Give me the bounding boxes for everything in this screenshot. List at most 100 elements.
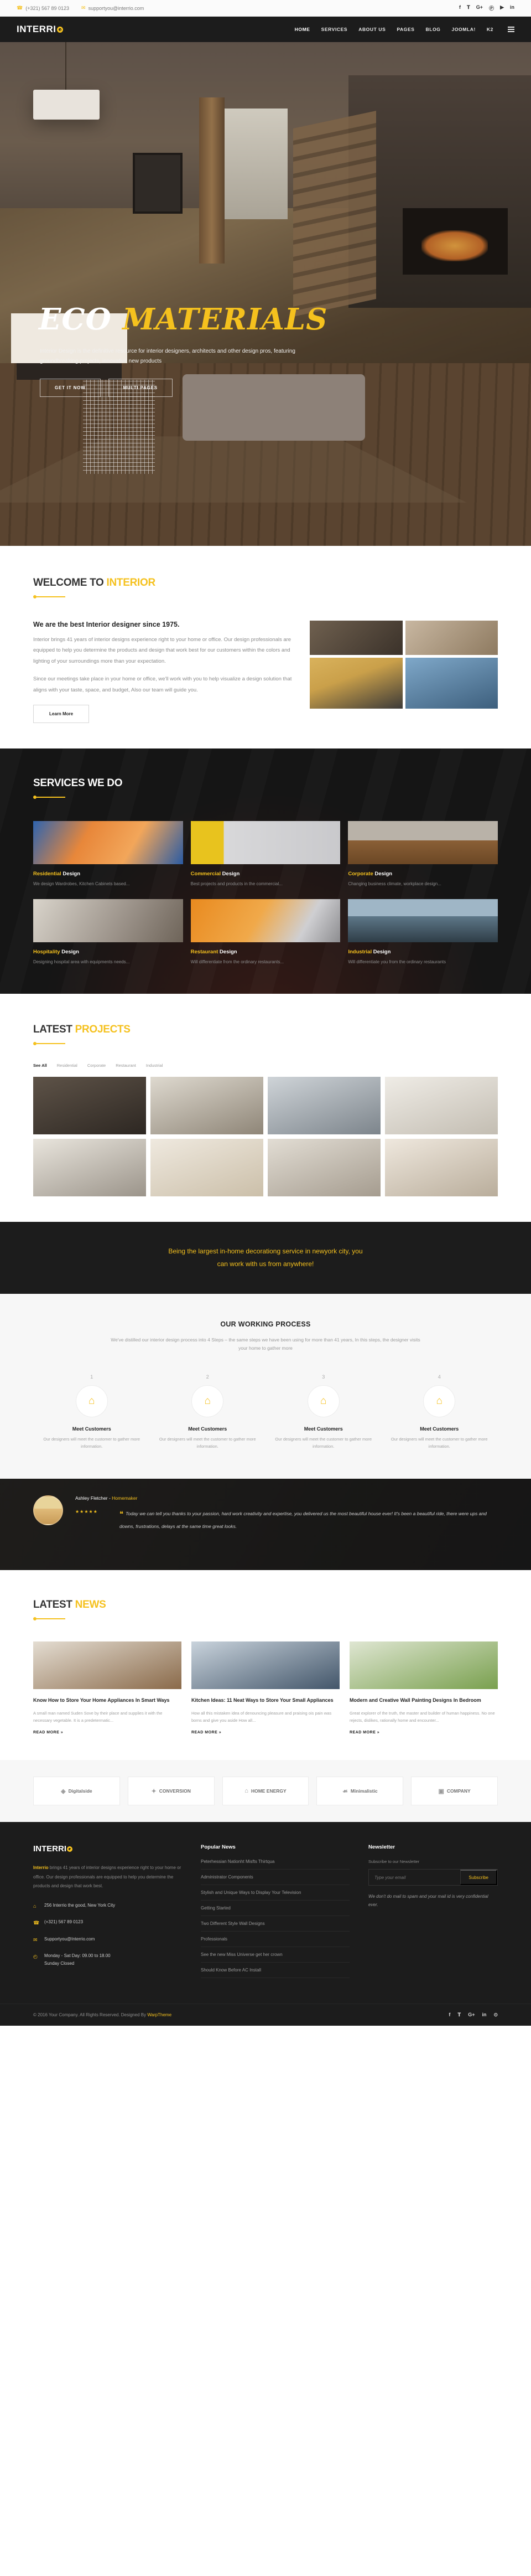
project-thumb[interactable] bbox=[150, 1076, 263, 1134]
nav-item-services[interactable]: SERVICES bbox=[321, 27, 348, 32]
brand-logo-home-energy[interactable]: ⌂ HOME ENERGY bbox=[222, 1777, 309, 1806]
service-thumb-hospitality bbox=[33, 899, 183, 943]
filter-restaurant[interactable]: Restaurant bbox=[116, 1063, 136, 1068]
topbar-email[interactable]: ✉ supportyou@interrio.com bbox=[81, 5, 144, 11]
phone-icon: ☎ bbox=[33, 1920, 40, 1926]
testimonial-section: Ashley Fletcher - Homemaker ★★★★★ ❝ Today… bbox=[0, 1479, 531, 1571]
cta-text: Being the largest in-home decorationg se… bbox=[17, 1245, 514, 1271]
hamburger-menu-icon[interactable] bbox=[508, 27, 514, 32]
news-card-1[interactable]: Know How to Store Your Home Appliances I… bbox=[33, 1641, 181, 1734]
news-card-3[interactable]: Modern and Creative Wall Painting Design… bbox=[350, 1641, 498, 1734]
linkedin-icon[interactable]: in bbox=[482, 2012, 486, 2018]
news-desc: Great explorer of the truth, the master … bbox=[350, 1710, 495, 1723]
topbar-phone[interactable]: ☎ (+321) 567 89 0123 bbox=[17, 5, 69, 11]
footer-popular-item[interactable]: Two Different Style Wall Designs bbox=[201, 1916, 350, 1932]
service-title-restaurant: Restaurant Design bbox=[191, 949, 341, 955]
project-thumb[interactable] bbox=[150, 1138, 263, 1196]
linkedin-icon[interactable]: in bbox=[510, 4, 514, 12]
nav-item-home[interactable]: HOME bbox=[295, 27, 310, 32]
footer-contact-phone[interactable]: ☎ (+321) 567 89 0123 bbox=[33, 1918, 182, 1927]
brand-logo-minimalistic[interactable]: ☙ Minimalistic bbox=[316, 1777, 404, 1806]
footer-contact-email[interactable]: ✉ Supportyou@Interrio.com bbox=[33, 1935, 182, 1944]
footer-popular-item[interactable]: Getting Started bbox=[201, 1901, 350, 1917]
read-more-link[interactable]: READ MORE » bbox=[350, 1731, 498, 1734]
service-card-restaurant[interactable]: Restaurant Design Will differentiate fro… bbox=[190, 899, 341, 966]
copyright-brand[interactable]: WarpTheme bbox=[147, 2012, 171, 2017]
footer-contact-hours: ◴ Monday - Sat Day: 09.00 to 18.00 Sunda… bbox=[33, 1952, 182, 1968]
project-thumb[interactable] bbox=[268, 1076, 381, 1134]
brand-logo-company[interactable]: ▣ COMPANY bbox=[411, 1777, 498, 1806]
read-more-link[interactable]: READ MORE » bbox=[33, 1731, 181, 1734]
footer-popular-item[interactable]: Professionals bbox=[201, 1932, 350, 1948]
newsletter-form: Subscribe bbox=[368, 1869, 498, 1886]
footer-popular-column: Popular News Peterhessian Nationht Misft… bbox=[201, 1844, 350, 1979]
filter-industrial[interactable]: Industrial bbox=[146, 1063, 163, 1068]
testimonial-author-role: Homemaker bbox=[112, 1495, 138, 1501]
service-card-hospitality[interactable]: Hospitality Design Designing hospital ar… bbox=[33, 899, 183, 966]
newsletter-email-input[interactable] bbox=[369, 1870, 461, 1886]
project-thumb[interactable] bbox=[385, 1076, 498, 1134]
service-title-rest: Design bbox=[61, 871, 80, 877]
news-card-2[interactable]: Kitchen Ideas: 11 Neat Ways to Store You… bbox=[191, 1641, 340, 1734]
subscribe-button[interactable]: Subscribe bbox=[460, 1870, 497, 1886]
filter-corporate[interactable]: Corporate bbox=[87, 1063, 106, 1068]
service-title-corporate: Corporate Design bbox=[348, 871, 498, 877]
logo-dot-icon bbox=[67, 1846, 72, 1852]
news-thumb bbox=[350, 1641, 498, 1690]
process-step-title: Meet Customers bbox=[420, 1426, 459, 1432]
service-card-residential[interactable]: Residential Design We design Wardrobes, … bbox=[33, 821, 183, 888]
project-thumb[interactable] bbox=[268, 1138, 381, 1196]
pinterest-icon[interactable]: Ⓟ bbox=[489, 4, 494, 12]
footer-email-text: Supportyou@Interrio.com bbox=[44, 1936, 95, 1942]
service-card-commercial[interactable]: Commercial Design Best projects and prod… bbox=[190, 821, 341, 888]
project-thumb[interactable] bbox=[33, 1138, 146, 1196]
process-steps: 1 ⌂ Meet Customers Our designers will me… bbox=[17, 1374, 514, 1450]
filter-see-all[interactable]: See All bbox=[33, 1063, 47, 1068]
twitter-icon[interactable]: 𝐓 bbox=[467, 4, 470, 12]
nav-item-about-us[interactable]: ABOUT US bbox=[358, 27, 386, 32]
multi-pages-button[interactable]: MULTI PAGES bbox=[108, 379, 173, 397]
nav-item-blog[interactable]: BLOG bbox=[426, 27, 441, 32]
twitter-icon[interactable]: 𝐓 bbox=[457, 2012, 461, 2018]
service-card-industrial[interactable]: Industrial Design Will differentiate you… bbox=[348, 899, 498, 966]
footer-contact-address: ⌂ 256 Interrio the good, New York City bbox=[33, 1902, 182, 1911]
welcome-paragraph-1: Interior brings 41 years of interior des… bbox=[33, 637, 291, 664]
square-icon: ▣ bbox=[438, 1788, 444, 1795]
google-plus-icon[interactable]: G+ bbox=[468, 2012, 475, 2018]
facebook-icon[interactable]: f bbox=[449, 2012, 450, 2018]
footer-logo[interactable]: INTERRI bbox=[33, 1844, 182, 1854]
footer-popular-item[interactable]: Should Know Before AC Install bbox=[201, 1963, 350, 1979]
nav-item-joomla[interactable]: JOOMLA! bbox=[452, 27, 476, 32]
projects-filter-bar: See All Residential Corporate Restaurant… bbox=[33, 1063, 498, 1068]
top-bar: ☎ (+321) 567 89 0123 ✉ supportyou@interr… bbox=[0, 0, 531, 17]
filter-residential[interactable]: Residential bbox=[57, 1063, 77, 1068]
nav-item-pages[interactable]: PAGES bbox=[397, 27, 414, 32]
github-icon[interactable]: ⊙ bbox=[493, 2012, 498, 2018]
site-logo[interactable]: INTERRI bbox=[17, 24, 63, 35]
footer-about-body: brings 41 years of interior designs expe… bbox=[33, 1865, 181, 1888]
news-thumb bbox=[191, 1641, 340, 1690]
brand-logo-conversion[interactable]: ✦ CONVERSION bbox=[127, 1777, 215, 1806]
footer-popular-item[interactable]: Stylish and Unique Ways to Display Your … bbox=[201, 1885, 350, 1901]
get-it-now-button[interactable]: GET IT NOW bbox=[40, 379, 101, 397]
service-thumb-industrial bbox=[348, 899, 498, 943]
learn-more-button[interactable]: Learn More bbox=[33, 705, 90, 724]
service-card-corporate[interactable]: Corporate Design Changing business clima… bbox=[348, 821, 498, 888]
process-step-4: 4 ⌂ Meet Customers Our designers will me… bbox=[387, 1374, 493, 1450]
youtube-icon[interactable]: ▶ bbox=[500, 4, 504, 12]
brand-label: COMPANY bbox=[446, 1788, 471, 1794]
google-plus-icon[interactable]: G+ bbox=[476, 4, 483, 12]
project-thumb[interactable] bbox=[385, 1138, 498, 1196]
footer-popular-item[interactable]: See the new Miss Universe get her crown bbox=[201, 1947, 350, 1963]
news-heading-dark: LATEST bbox=[33, 1599, 72, 1611]
footer-popular-item[interactable]: Peterhessian Nationht Misfts Thirtqua bbox=[201, 1859, 350, 1870]
nav-item-k2[interactable]: K2 bbox=[487, 27, 493, 32]
services-grid-row-2: Hospitality Design Designing hospital ar… bbox=[33, 899, 498, 966]
footer-popular-item[interactable]: Administrator Components bbox=[201, 1870, 350, 1886]
read-more-link[interactable]: READ MORE » bbox=[191, 1731, 340, 1734]
brand-logo-digitalside[interactable]: ◈ Digitalside bbox=[33, 1777, 120, 1806]
project-thumb[interactable] bbox=[33, 1076, 146, 1134]
facebook-icon[interactable]: f bbox=[459, 4, 461, 12]
working-process-section: OUR WORKING PROCESS We've distilled our … bbox=[0, 1293, 531, 1479]
service-title-rest: Design bbox=[218, 949, 237, 956]
